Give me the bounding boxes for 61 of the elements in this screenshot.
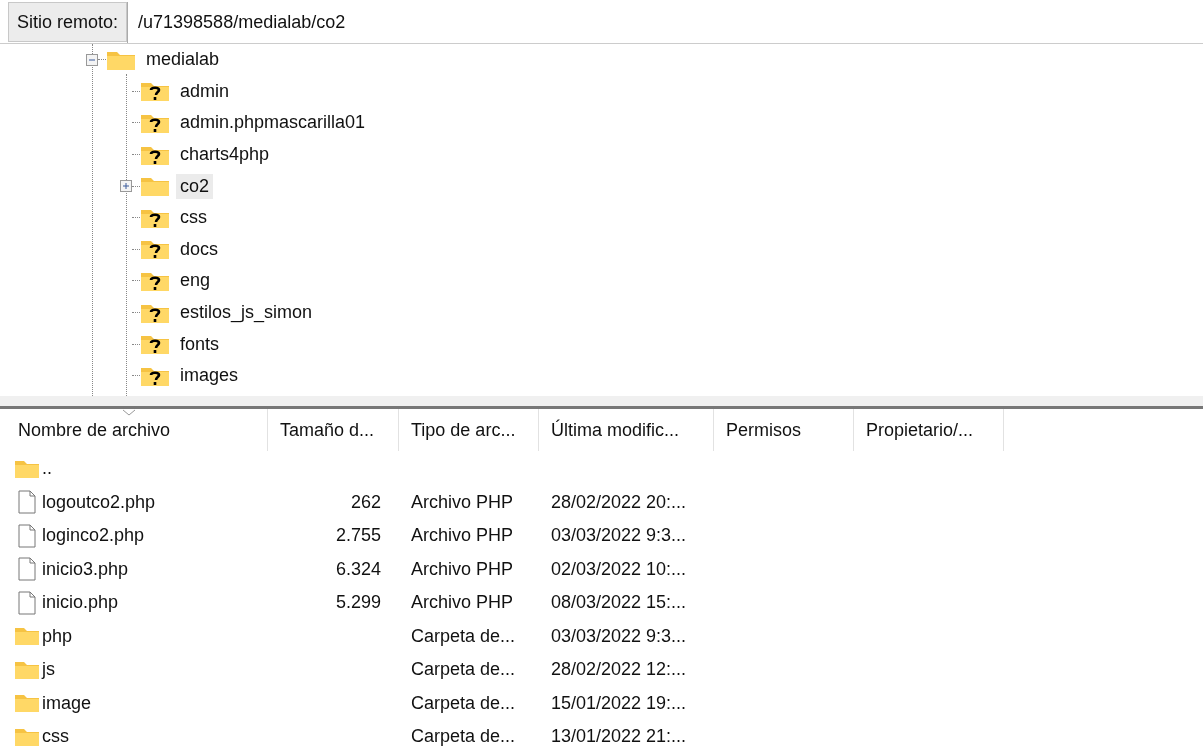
tree-item[interactable]: images xyxy=(176,363,243,389)
file-name[interactable]: css xyxy=(42,726,69,746)
file-type: Archivo PHP xyxy=(411,592,514,614)
sort-caret-icon xyxy=(122,409,136,416)
file-name[interactable]: js xyxy=(42,659,55,681)
tree-item[interactable]: admin.phpmascarilla01 xyxy=(176,110,370,136)
tree-item[interactable]: eng xyxy=(176,268,215,294)
column-header[interactable]: Última modific... xyxy=(539,409,714,451)
modified-date: 15/01/2022 19:... xyxy=(551,692,687,714)
file-type: Carpeta de... xyxy=(411,659,516,681)
folder-icon xyxy=(14,693,40,714)
file-name[interactable]: loginco2.php xyxy=(42,525,145,547)
splitter[interactable] xyxy=(0,396,1203,409)
file-size: 262 xyxy=(350,491,381,513)
tree-item[interactable]: medialab xyxy=(142,47,224,73)
modified-date: 02/03/2022 10:... xyxy=(551,558,687,580)
tree-item[interactable]: charts4php xyxy=(176,142,274,168)
file-type: Carpeta de... xyxy=(411,692,516,714)
folder-icon xyxy=(14,626,40,647)
folder-icon xyxy=(14,726,40,746)
column-header[interactable]: Tipo de arc... xyxy=(399,409,539,451)
file-size: 5.299 xyxy=(335,592,381,614)
modified-date: 03/03/2022 9:3... xyxy=(551,625,687,647)
modified-date: 13/01/2022 21:... xyxy=(551,726,687,746)
column-header[interactable]: Nombre de archivo xyxy=(0,409,268,451)
tree-item[interactable]: fonts xyxy=(176,331,224,357)
file-name[interactable]: .. xyxy=(42,458,52,480)
unknown-folder-icon xyxy=(140,333,170,356)
unknown-folder-icon xyxy=(140,238,170,261)
collapse-icon[interactable] xyxy=(86,53,98,66)
tree-item[interactable]: css xyxy=(176,205,211,231)
file-type: Archivo PHP xyxy=(411,525,514,547)
remote-site-label: Sitio remoto: xyxy=(8,2,128,42)
file-name[interactable]: inicio3.php xyxy=(42,558,129,580)
expand-icon[interactable] xyxy=(120,180,132,193)
file-type: Carpeta de... xyxy=(411,726,516,746)
file-type: Carpeta de... xyxy=(411,625,516,647)
file-size: 2.755 xyxy=(335,525,381,547)
column-header[interactable]: Permisos xyxy=(714,409,854,451)
folder-icon xyxy=(14,659,40,680)
modified-date: 08/03/2022 15:... xyxy=(551,592,687,614)
file-type: Archivo PHP xyxy=(411,558,514,580)
tree-item[interactable]: admin xyxy=(176,78,234,104)
modified-date: 28/02/2022 12:... xyxy=(551,659,687,681)
column-header[interactable]: Propietario/... xyxy=(854,409,1004,451)
tree-item[interactable]: docs xyxy=(176,236,223,262)
file-type: Archivo PHP xyxy=(411,491,514,513)
folder-icon xyxy=(140,175,170,198)
file-size: 6.324 xyxy=(335,558,381,580)
column-header[interactable]: Tamaño d... xyxy=(268,409,399,451)
file-name[interactable]: php xyxy=(42,625,73,647)
unknown-folder-icon xyxy=(140,80,170,103)
file-name[interactable]: logoutco2.php xyxy=(42,491,156,513)
tree-item[interactable]: co2 xyxy=(176,173,214,199)
folder-icon xyxy=(14,458,40,479)
unknown-folder-icon xyxy=(140,112,170,134)
file-name[interactable]: inicio.php xyxy=(42,592,119,614)
file-name[interactable]: image xyxy=(42,692,92,714)
tree-item[interactable]: estilos_js_simon xyxy=(176,300,317,326)
modified-date: 03/03/2022 9:3... xyxy=(551,525,687,547)
modified-date: 28/02/2022 20:... xyxy=(551,491,687,513)
